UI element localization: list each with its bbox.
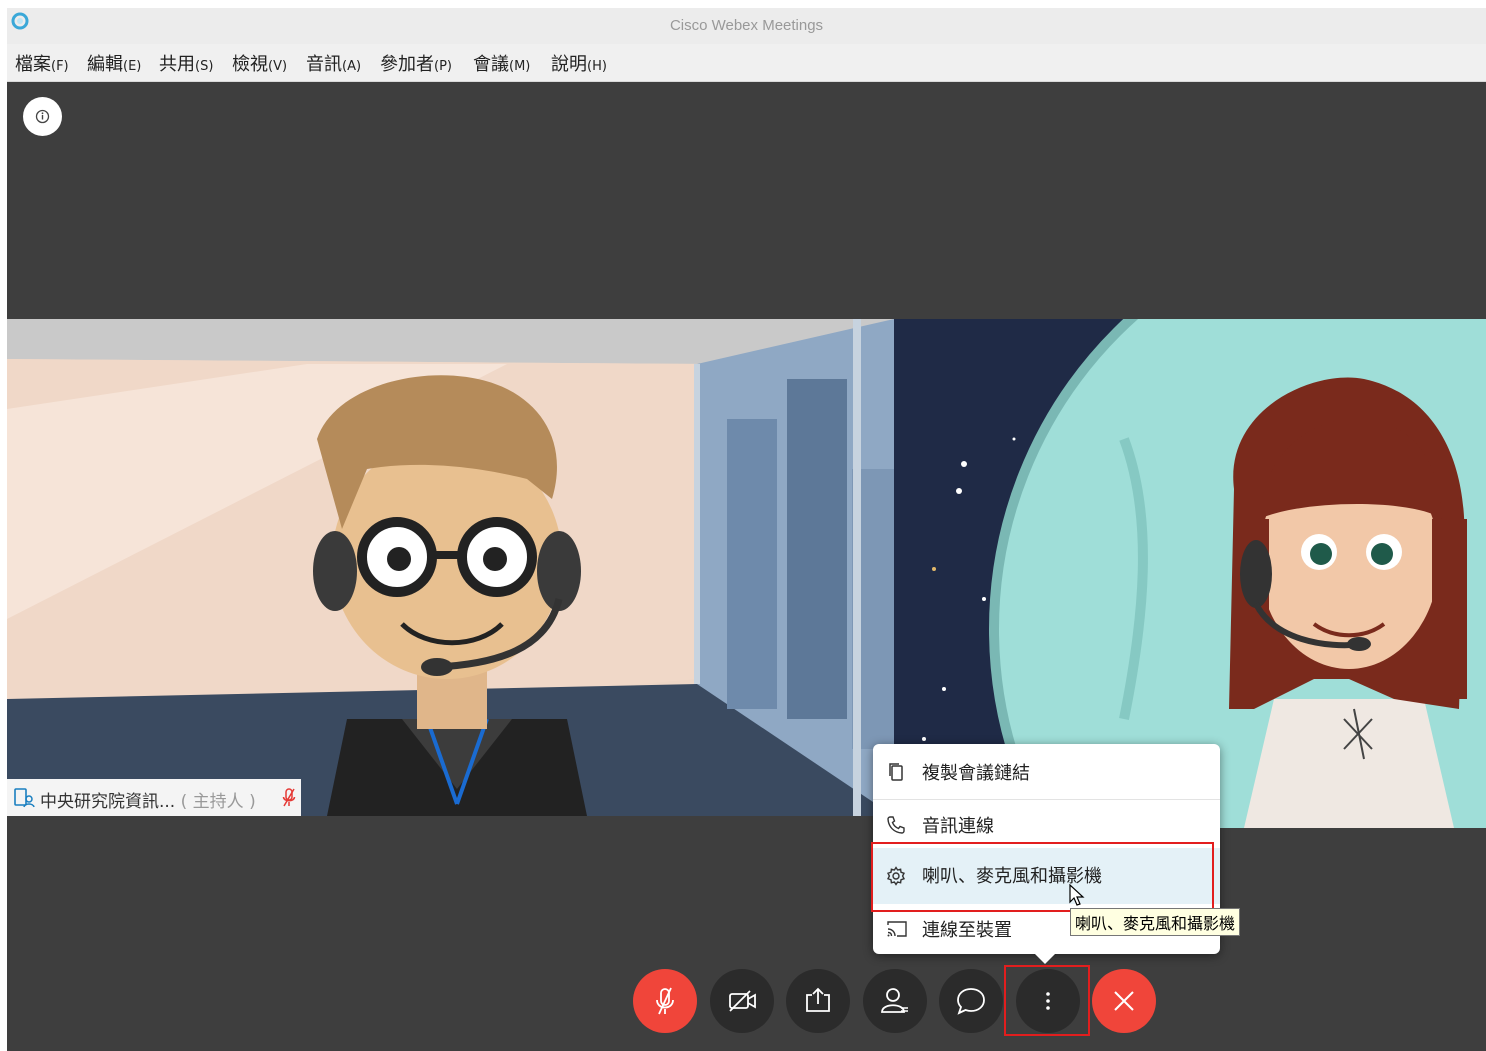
chat-button[interactable] <box>939 969 1003 1033</box>
share-icon <box>806 987 830 1012</box>
mouse-cursor-icon <box>1069 884 1085 906</box>
menu-bar: 檔案(F) 編輯(E) 共用(S) 檢視(V) 音訊(A) 參加者(P) 會議(… <box>7 44 1486 82</box>
video-off-icon <box>729 990 756 1012</box>
mute-button[interactable] <box>633 969 697 1033</box>
participant-avatar-man <box>7 319 894 816</box>
webex-window: Cisco Webex Meetings 檔案(F) 編輯(E) 共用(S) 檢… <box>7 8 1486 1051</box>
participant-name: 中央研究院資訊... <box>40 792 176 812</box>
menu-item-label: 複製會議鏈結 <box>922 763 1030 784</box>
menu-share[interactable]: 共用(S) <box>159 50 213 76</box>
tooltip: 喇叭、麥克風和攝影機 <box>1070 908 1241 936</box>
copy-icon <box>889 763 903 781</box>
window-title: Cisco Webex Meetings <box>669 17 824 34</box>
menu-file[interactable]: 檔案(F) <box>15 50 69 76</box>
menu-pointer-arrow <box>1034 953 1056 964</box>
annotation-highlight-menu-item <box>871 842 1214 912</box>
microphone-muted-icon <box>282 788 296 807</box>
menu-item-label: 音訊連線 <box>922 816 994 837</box>
phone-icon <box>887 816 905 834</box>
menu-item-copy-meeting-link[interactable]: 複製會議鏈結 <box>873 744 1220 799</box>
menu-edit[interactable]: 編輯(E) <box>87 50 141 76</box>
presenter-icon <box>14 788 35 808</box>
title-bar: Cisco Webex Meetings <box>7 8 1486 44</box>
start-video-button[interactable] <box>710 969 774 1033</box>
info-icon <box>35 109 50 124</box>
annotation-highlight-more-button <box>1004 965 1090 1036</box>
menu-item-audio-connection[interactable]: 音訊連線 <box>873 800 1220 848</box>
host-tag: ( 主持人 ) <box>180 792 256 812</box>
participants-button[interactable] <box>863 969 927 1033</box>
close-icon <box>1114 991 1134 1011</box>
microphone-muted-icon <box>656 987 674 1015</box>
participants-icon <box>881 988 908 1013</box>
participant-name-label: 中央研究院資訊... ( 主持人 ) <box>7 779 301 816</box>
menu-meeting[interactable]: 會議(M) <box>473 50 530 76</box>
menu-help[interactable]: 說明(H) <box>551 50 607 76</box>
menu-participants[interactable]: 參加者(P) <box>380 50 452 76</box>
leave-meeting-button[interactable] <box>1092 969 1156 1033</box>
cast-icon <box>887 921 907 937</box>
menu-view[interactable]: 檢視(V) <box>232 50 287 76</box>
participant-video-host <box>7 319 894 816</box>
chat-icon <box>957 988 985 1015</box>
meeting-info-button[interactable] <box>23 97 62 136</box>
menu-audio[interactable]: 音訊(A) <box>306 50 361 76</box>
menu-item-label: 連線至裝置 <box>922 920 1012 941</box>
share-content-button[interactable] <box>786 969 850 1033</box>
